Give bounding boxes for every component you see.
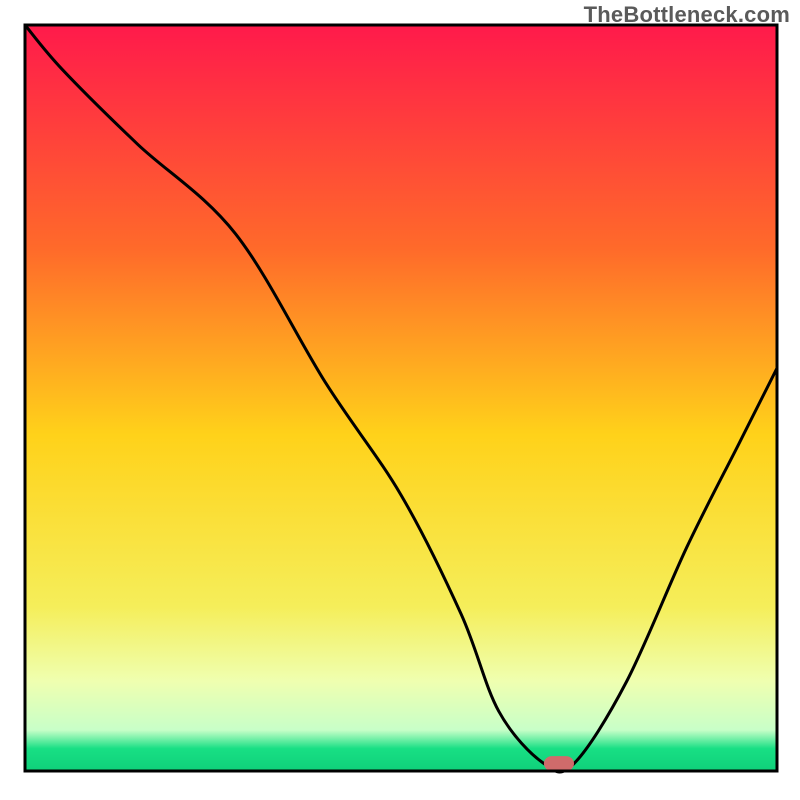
plot-area bbox=[25, 25, 777, 772]
gradient-background bbox=[25, 25, 777, 771]
chart-svg bbox=[0, 0, 800, 800]
watermark-label: TheBottleneck.com bbox=[584, 2, 790, 28]
bottleneck-chart: TheBottleneck.com bbox=[0, 0, 800, 800]
recommended-point-marker bbox=[544, 756, 574, 771]
